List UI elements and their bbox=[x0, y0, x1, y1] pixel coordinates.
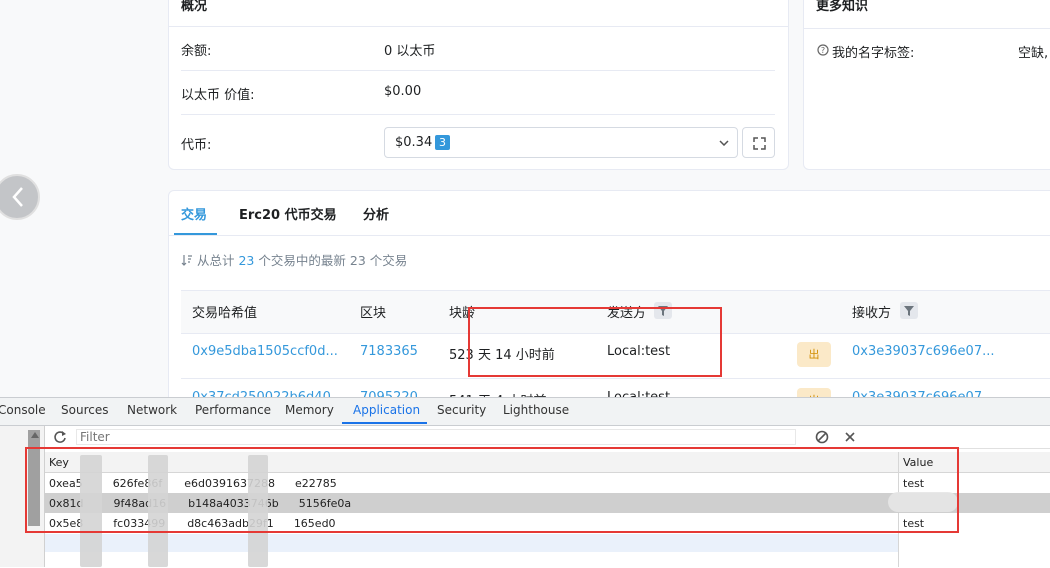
scroll-up-icon[interactable] bbox=[30, 431, 40, 439]
more-info-card: 更多知识 ? 我的名字标签: 空缺, bbox=[803, 0, 1050, 170]
filter-input[interactable] bbox=[76, 429, 796, 445]
overview-title: 概况 bbox=[181, 0, 208, 14]
devtab-application[interactable]: Application bbox=[353, 403, 420, 417]
token-count-badge: 3 bbox=[435, 135, 450, 150]
token-label: 代币: bbox=[181, 138, 212, 153]
expand-button[interactable] bbox=[742, 127, 775, 158]
devtab-network[interactable]: Network bbox=[127, 403, 177, 417]
devtab-security[interactable]: Security bbox=[437, 403, 486, 417]
header-hash: 交易哈希值 bbox=[192, 306, 258, 321]
balance-label: 余额: bbox=[181, 44, 212, 59]
tab-erc20[interactable]: Erc20 代币交易 bbox=[239, 204, 337, 223]
out-badge: 出 bbox=[797, 342, 831, 367]
header-block: 区块 bbox=[360, 306, 387, 321]
row-to-link[interactable]: 0x3e39037c696e07... bbox=[852, 344, 995, 359]
name-tag-label: 我的名字标签: bbox=[832, 46, 915, 61]
value-value: $0.00 bbox=[384, 84, 422, 99]
overview-card: 概况 余额: 0 以太币 以太币 价值: $0.00 代币: $0.34 3 bbox=[168, 0, 789, 170]
sort-icon bbox=[181, 255, 192, 266]
refresh-icon[interactable] bbox=[53, 430, 67, 444]
delete-selected-icon[interactable] bbox=[844, 431, 856, 443]
name-tag-value[interactable]: 空缺, bbox=[1018, 42, 1048, 61]
storage-row-empty[interactable] bbox=[45, 534, 898, 552]
svg-text:?: ? bbox=[821, 46, 825, 55]
tab-transactions[interactable]: 交易 bbox=[181, 204, 207, 223]
devtab-sources[interactable]: Sources bbox=[61, 403, 108, 417]
highlight-box bbox=[468, 307, 722, 377]
balance-value: 0 以太币 bbox=[384, 44, 436, 59]
more-info-title: 更多知识 bbox=[816, 0, 869, 14]
value-label: 以太币 价值: bbox=[181, 88, 255, 103]
token-value: $0.34 bbox=[395, 135, 433, 150]
help-circle-icon: ? bbox=[817, 44, 829, 56]
transactions-card: 交易 Erc20 代币交易 分析 从总计 23 个交易中的最新 23 个交易 交… bbox=[168, 190, 1050, 422]
summary-line: 从总计 23 个交易中的最新 23 个交易 bbox=[181, 250, 407, 269]
devtools-tabbar: Console Sources Network Performance Memo… bbox=[0, 398, 1050, 426]
chevron-down-icon bbox=[719, 140, 729, 146]
devtab-performance[interactable]: Performance bbox=[195, 403, 271, 417]
row-hash-link[interactable]: 0x9e5dba1505ccf0d... bbox=[192, 344, 338, 359]
filter-icon bbox=[904, 306, 914, 316]
header-to: 接收方 bbox=[852, 306, 892, 321]
devtab-console[interactable]: Console bbox=[0, 403, 46, 417]
to-filter-button[interactable] bbox=[900, 302, 918, 319]
chevron-left-icon bbox=[12, 187, 23, 207]
devtab-memory[interactable]: Memory bbox=[285, 403, 334, 417]
token-select[interactable]: $0.34 3 bbox=[384, 127, 738, 158]
clear-all-icon[interactable] bbox=[815, 430, 829, 444]
expand-icon bbox=[753, 137, 766, 150]
devtab-lighthouse[interactable]: Lighthouse bbox=[503, 403, 569, 417]
row-block-link[interactable]: 7183365 bbox=[360, 344, 418, 359]
tab-analytics[interactable]: 分析 bbox=[363, 204, 389, 223]
highlight-box bbox=[25, 447, 959, 533]
back-button[interactable] bbox=[0, 174, 40, 220]
